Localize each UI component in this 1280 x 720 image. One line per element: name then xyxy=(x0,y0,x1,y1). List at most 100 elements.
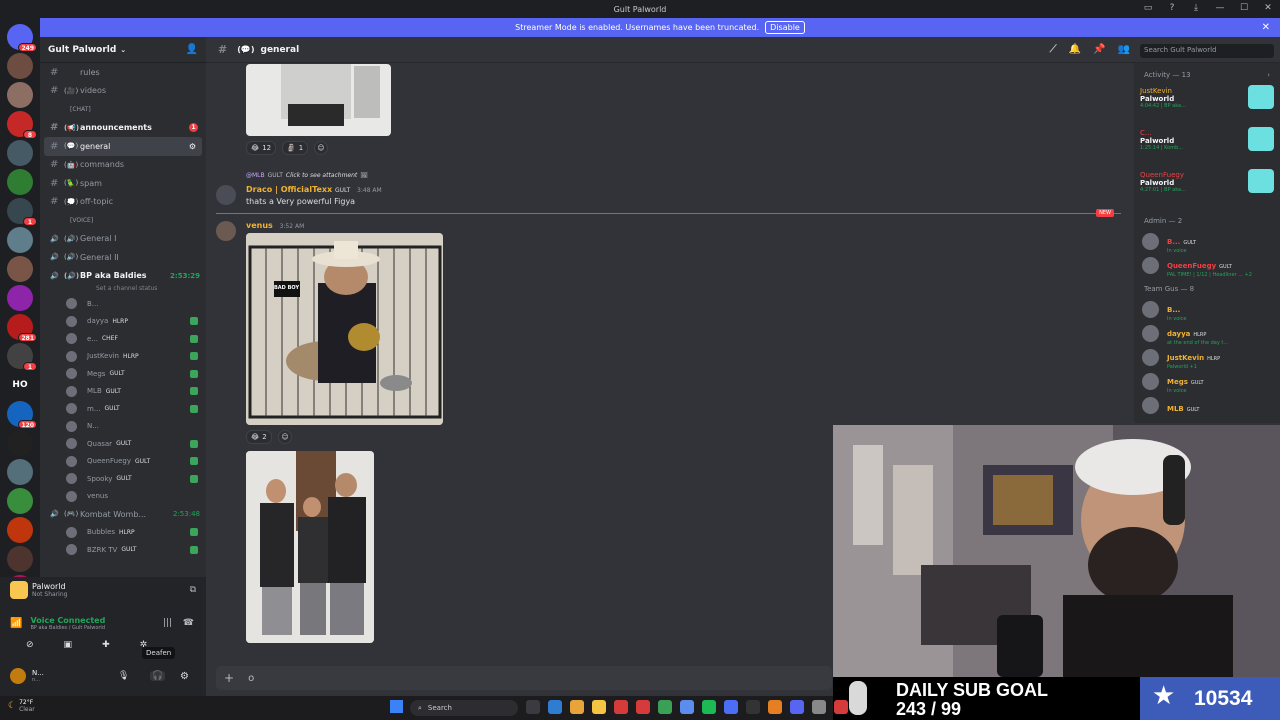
avatar[interactable] xyxy=(216,185,236,205)
member-item[interactable]: MLB GULT xyxy=(1134,393,1280,417)
server-icon[interactable]: HO xyxy=(7,372,33,398)
channel-item-general-ii[interactable]: 🔊 (🔊) General II xyxy=(40,248,206,267)
channel-settings-icon[interactable]: ⚙ xyxy=(189,142,196,151)
maximize-icon[interactable]: ☐ xyxy=(1238,3,1250,13)
group-photo[interactable] xyxy=(246,451,374,643)
member-item[interactable]: dayya HLRP at the end of the day t... xyxy=(1134,321,1280,346)
noise-suppression-icon[interactable]: ||| xyxy=(163,618,172,628)
message-author[interactable]: venus 3:52 AM xyxy=(246,221,304,230)
channel-item-bp-aka-baldies[interactable]: 🔊 (🔊) BP aka Baldies 2:53:29 xyxy=(40,267,206,286)
close-icon[interactable]: ✕ xyxy=(1262,3,1274,13)
add-reaction-icon[interactable]: ☺ xyxy=(314,141,328,155)
headphones-icon[interactable]: 🎧 xyxy=(150,671,166,681)
threads-icon[interactable]: ⟋ xyxy=(1050,44,1057,55)
reply-reference[interactable]: @MLB GULT Click to see attachment 🖼 xyxy=(246,172,368,179)
reaction-chip[interactable]: 🗿 1 xyxy=(282,141,309,155)
app-icon[interactable] xyxy=(768,700,782,714)
app-icon[interactable] xyxy=(702,700,716,714)
voice-user[interactable]: B... xyxy=(40,295,206,313)
search-input[interactable]: Search Gult Palworld xyxy=(1140,44,1274,58)
server-icon[interactable] xyxy=(7,459,33,485)
voice-user[interactable]: venus xyxy=(40,488,206,506)
member-item[interactable]: B... GULT In voice xyxy=(1134,229,1280,254)
server-icon[interactable]: 1 xyxy=(7,198,37,226)
app-icon[interactable] xyxy=(636,700,650,714)
activity-card[interactable]: C... Palworld 1:25:14 | Komb... xyxy=(1134,125,1280,167)
sketch-image[interactable] xyxy=(246,64,391,136)
channel-item-announcements[interactable]: # (📢) announcements 1 xyxy=(40,119,206,138)
channel-item-kombat[interactable]: 🔊 (🎮) Kombat Womb... 2:53:48 xyxy=(40,505,206,524)
server-icon[interactable] xyxy=(7,546,33,572)
voice-user[interactable]: BZRK TV GULT xyxy=(40,541,206,559)
avatar[interactable] xyxy=(216,221,236,241)
signal-icon[interactable]: 📶 xyxy=(10,618,22,629)
channel-item-commands[interactable]: # (🤖) commands xyxy=(40,156,206,175)
server-icon[interactable] xyxy=(7,140,33,166)
voice-user[interactable]: Spooky GULT xyxy=(40,470,206,488)
screen-share-icon[interactable]: ⧉ xyxy=(190,585,196,595)
reply-link[interactable]: Click to see attachment xyxy=(286,172,357,179)
channel-item-spam[interactable]: # (🦜) spam xyxy=(40,174,206,193)
disable-button[interactable]: Disable xyxy=(765,21,805,34)
plus-icon[interactable]: + xyxy=(224,671,234,685)
voice-location[interactable]: BP aka Baldies / Gult Palworld xyxy=(30,625,105,631)
server-icon[interactable] xyxy=(7,227,33,253)
category-header[interactable]: [CHAT] xyxy=(40,100,206,119)
server-icon[interactable] xyxy=(7,517,33,543)
member-item[interactable]: QueenFuegy GULT PAL TIME! | 1/12 | Headlin… xyxy=(1134,253,1280,278)
voice-user[interactable]: JustKevin HLRP xyxy=(40,348,206,366)
download-icon[interactable]: ⤓ xyxy=(1190,3,1202,13)
voice-user[interactable]: QueenFuegy GULT xyxy=(40,453,206,471)
reaction-chip[interactable]: 😂 2 xyxy=(246,430,272,444)
screen-share-button-icon[interactable]: ▣ xyxy=(64,640,73,650)
app-icon[interactable] xyxy=(834,700,848,714)
inbox-icon[interactable]: ▭ xyxy=(1142,3,1154,13)
reaction-chip[interactable]: 😂 12 xyxy=(246,141,277,155)
member-item[interactable]: Megs GULT In voice xyxy=(1134,369,1280,394)
help-icon[interactable]: ? xyxy=(1166,3,1178,13)
bell-icon[interactable]: 🔔 xyxy=(1069,44,1081,55)
voice-user[interactable]: Bubbles HLRP xyxy=(40,524,206,542)
activities-icon[interactable]: ✚ xyxy=(102,640,110,650)
pin-icon[interactable]: 📌 xyxy=(1093,44,1105,55)
activity-card[interactable]: JustKevin Palworld 4:04:42 | BP aka... xyxy=(1134,83,1280,125)
server-icon[interactable] xyxy=(7,488,33,514)
add-reaction-icon[interactable]: ☺ xyxy=(278,430,292,444)
voice-user[interactable]: MLB GULT xyxy=(40,383,206,401)
chevron-right-icon[interactable]: › xyxy=(1267,71,1270,79)
voice-user[interactable]: Megs GULT xyxy=(40,365,206,383)
channel-item-rules[interactable]: # rules xyxy=(40,63,206,82)
channel-item-general-i[interactable]: 🔊 (🔊) General I xyxy=(40,230,206,249)
channel-item-videos[interactable]: # (🎥) videos xyxy=(40,82,206,101)
voice-user[interactable]: dayya HLRP xyxy=(40,313,206,331)
guild-header[interactable]: Gult Palworld ⌄ 👤 xyxy=(40,37,206,63)
member-item[interactable]: JustKevin HLRP Palworld +1 xyxy=(1134,345,1280,370)
app-icon[interactable] xyxy=(790,700,804,714)
server-icon[interactable] xyxy=(7,430,33,456)
member-item[interactable]: B... In voice xyxy=(1134,297,1280,322)
app-icon[interactable] xyxy=(548,700,562,714)
app-icon[interactable] xyxy=(658,700,672,714)
app-icon[interactable] xyxy=(570,700,584,714)
app-icon[interactable] xyxy=(724,700,738,714)
message-author[interactable]: Draco | OfficialTexx GULT 3:48 AM xyxy=(246,185,382,194)
server-icon[interactable]: 120 xyxy=(7,401,37,429)
server-icon[interactable]: 249 xyxy=(7,24,37,52)
disconnect-icon[interactable]: ☎ xyxy=(183,618,194,628)
voice-user[interactable]: N... xyxy=(40,418,206,436)
channel-item-general[interactable]: # (💬) general ⚙ xyxy=(44,137,202,156)
cage-image[interactable]: BAD BOY xyxy=(246,233,443,425)
channel-item-off-topic[interactable]: # (💭) off-topic xyxy=(40,193,206,212)
weather-widget[interactable]: ☾ 72°F Clear xyxy=(8,699,35,713)
app-icon[interactable] xyxy=(592,700,606,714)
camera-off-icon[interactable]: ⊘ xyxy=(26,640,34,650)
voice-user[interactable]: Quasar GULT xyxy=(40,435,206,453)
server-icon[interactable] xyxy=(7,82,33,108)
server-icon[interactable]: 281 xyxy=(7,314,37,342)
server-icon[interactable] xyxy=(7,256,33,282)
gear-icon[interactable]: ⚙ xyxy=(180,671,189,682)
minimize-icon[interactable]: — xyxy=(1214,3,1226,13)
category-header[interactable]: [VOICE] xyxy=(40,211,206,230)
close-banner-icon[interactable]: ✕ xyxy=(1262,22,1270,33)
server-icon[interactable] xyxy=(7,169,33,195)
